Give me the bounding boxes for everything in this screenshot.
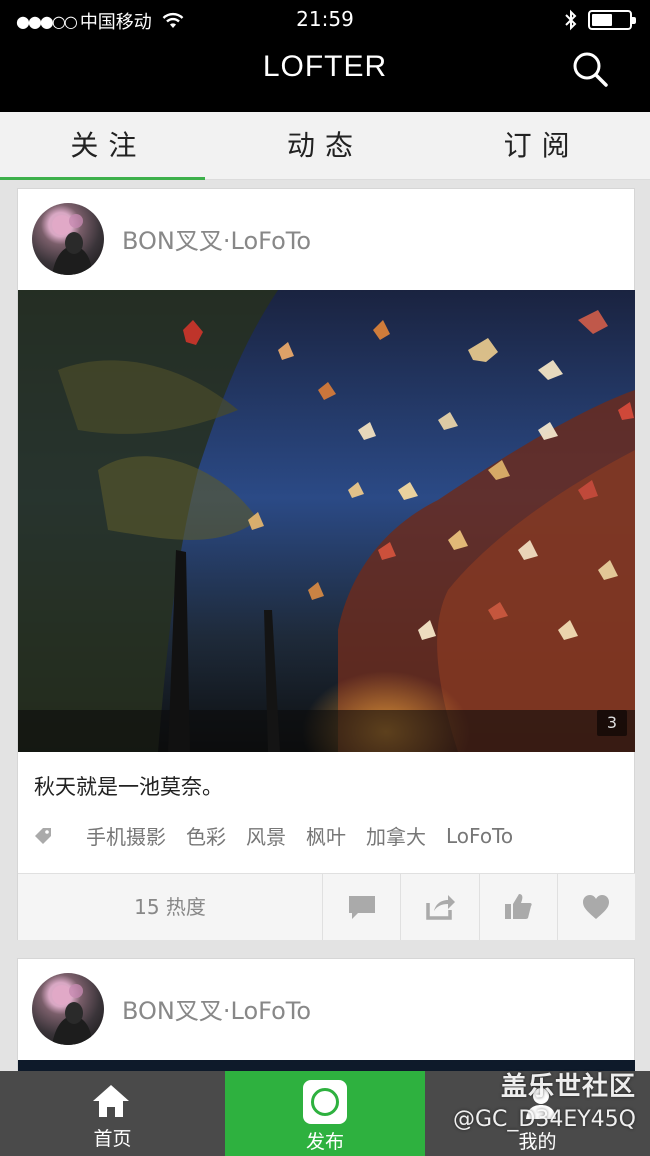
post-header: BON叉叉·LoFoTo [18,189,634,289]
tab-home-label: 首页 [93,1128,132,1150]
post-card: BON叉叉·LoFoTo [17,188,635,940]
share-icon [426,895,455,920]
author-name[interactable]: BON叉叉·LoFoTo [122,221,311,256]
watermark-site: 盖乐世社区 [500,1072,636,1102]
tab-following[interactable]: 关注 [0,112,217,180]
tags-row: 手机摄影 色彩 风景 枫叶 加拿大 LoFoTo [34,821,513,850]
feed-tabs: 关注 动态 订阅 [0,112,650,180]
thumbs-up-icon [505,894,532,919]
tab-home[interactable]: 首页 [0,1071,225,1156]
watermark: 盖乐世社区 @GC_D34EY45Q [453,1066,636,1132]
tag-icon [35,827,51,844]
share-button[interactable] [401,874,480,940]
post-caption: 秋天就是一池莫奈。 [34,775,223,799]
status-time: 21:59 [296,7,354,31]
home-icon [93,1085,129,1117]
avatar[interactable] [32,203,104,275]
image-count-badge: 3 [597,710,627,736]
bluetooth-icon [565,9,577,31]
avatar[interactable] [32,973,104,1045]
nav-bar: LOFTER [0,40,650,112]
heart-icon [583,895,610,919]
tag-item[interactable]: 风景 [246,821,286,850]
author-name[interactable]: BON叉叉·LoFoTo [122,991,311,1026]
tag-item[interactable]: LoFoTo [446,824,513,848]
tag-item[interactable]: 加拿大 [366,821,426,850]
tab-subscriptions[interactable]: 订阅 [433,112,650,179]
status-right [564,9,636,31]
heat-count[interactable]: 15 热度 [18,874,323,940]
search-icon[interactable] [570,49,610,89]
tab-publish[interactable]: 发布 [225,1071,425,1156]
favorite-button[interactable] [558,874,635,940]
battery-level [592,14,612,26]
watermark-user: @GC_D34EY45Q [453,1107,636,1132]
status-bar: ●●●○○ 中国移动 21:59 [0,0,650,40]
comment-icon [348,896,375,919]
post-image[interactable]: 3 [18,290,635,752]
tab-publish-label: 发布 [305,1131,344,1153]
comment-button[interactable] [323,874,402,940]
publish-icon [303,1080,347,1124]
app-title: LOFTER [262,50,388,83]
post-header: BON叉叉·LoFoTo [18,959,634,1059]
like-button[interactable] [480,874,558,940]
tab-activity[interactable]: 动态 [217,112,434,179]
tag-item[interactable]: 手机摄影 [86,821,166,850]
tag-item[interactable]: 枫叶 [306,821,346,850]
autumn-reflection-photo [18,290,635,752]
tag-item[interactable]: 色彩 [186,821,226,850]
post-actions: 15 热度 [18,873,635,940]
battery-icon [588,10,636,30]
